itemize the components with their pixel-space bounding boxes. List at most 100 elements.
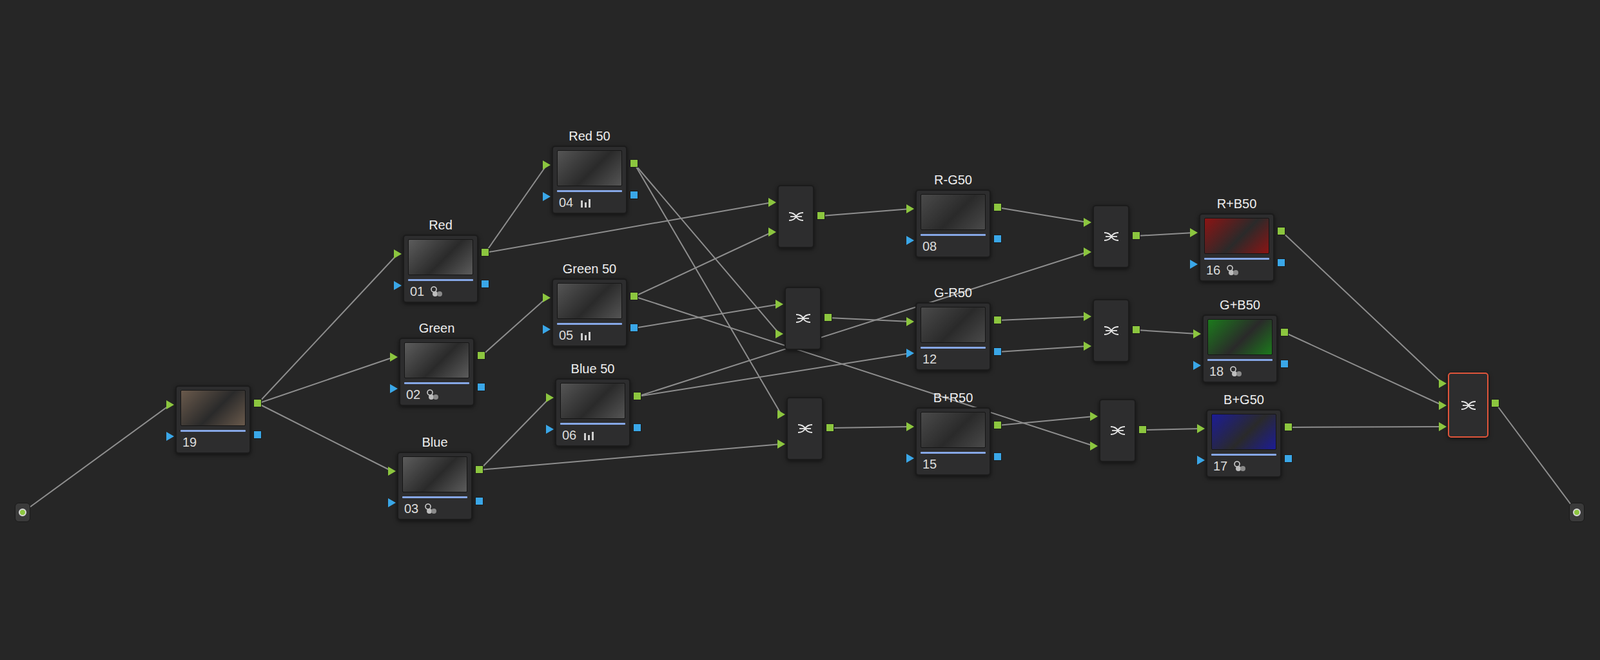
input-port[interactable] xyxy=(393,249,402,259)
key-input-port[interactable] xyxy=(542,324,551,334)
key-output-port[interactable] xyxy=(480,279,490,289)
node-box[interactable] xyxy=(784,286,822,351)
key-output-port[interactable] xyxy=(475,497,484,506)
output-port[interactable] xyxy=(629,292,639,301)
corrector-node[interactable]: Red01 xyxy=(402,234,479,303)
key-input-port[interactable] xyxy=(906,348,915,358)
node-box[interactable] xyxy=(1099,399,1136,463)
input-port[interactable] xyxy=(1438,400,1447,410)
node-box[interactable] xyxy=(1447,372,1489,438)
input-port[interactable] xyxy=(768,197,777,207)
connection-line[interactable] xyxy=(637,353,911,397)
input-port[interactable] xyxy=(1083,341,1092,351)
key-input-port[interactable] xyxy=(546,424,554,434)
input-port[interactable] xyxy=(777,409,786,420)
key-input-port[interactable] xyxy=(542,192,551,202)
connection-line[interactable] xyxy=(634,304,780,329)
input-port[interactable] xyxy=(1083,217,1092,227)
key-input-port[interactable] xyxy=(1193,360,1201,371)
key-output-port[interactable] xyxy=(1277,258,1286,267)
input-port[interactable] xyxy=(166,400,175,410)
node-box[interactable] xyxy=(777,185,815,249)
output-dot[interactable] xyxy=(1569,502,1585,523)
connection-line[interactable] xyxy=(634,296,1094,447)
connection-line[interactable] xyxy=(1284,332,1443,406)
corrector-node[interactable]: G-R5012 xyxy=(915,302,991,371)
input-port[interactable] xyxy=(542,293,551,303)
layer-mixer-node[interactable] xyxy=(786,397,824,461)
node-box[interactable]: 02 xyxy=(399,337,475,407)
connection-line[interactable] xyxy=(1281,231,1443,384)
node-box[interactable]: 04 xyxy=(551,145,628,215)
node-box[interactable]: 12 xyxy=(915,302,991,371)
input-port[interactable] xyxy=(542,160,551,170)
node-box[interactable]: 17 xyxy=(1206,409,1282,478)
node-box[interactable]: 05 xyxy=(551,278,628,347)
input-port[interactable] xyxy=(1083,312,1092,322)
corrector-node[interactable]: Red 5004 xyxy=(551,145,628,215)
node-box[interactable]: 19 xyxy=(175,385,251,454)
connection-line[interactable] xyxy=(634,232,773,297)
corrector-node[interactable]: Green 5005 xyxy=(551,278,628,347)
output-port[interactable] xyxy=(480,248,490,257)
input-port[interactable] xyxy=(1083,247,1092,257)
connection-line[interactable] xyxy=(481,297,547,356)
layer-mixer-node[interactable] xyxy=(1092,299,1130,363)
corrector-node[interactable]: Green02 xyxy=(399,337,475,407)
node-box[interactable]: 18 xyxy=(1202,314,1278,383)
input-port[interactable] xyxy=(546,393,554,403)
node-box[interactable]: 03 xyxy=(397,451,473,521)
connection-line[interactable] xyxy=(997,316,1088,321)
key-input-port[interactable] xyxy=(393,281,402,291)
key-output-port[interactable] xyxy=(477,382,486,392)
key-input-port[interactable] xyxy=(906,235,915,245)
layer-mixer-node[interactable] xyxy=(1099,399,1136,463)
node-box[interactable] xyxy=(1092,204,1130,269)
input-port[interactable] xyxy=(1438,379,1447,389)
node-box[interactable]: 15 xyxy=(915,407,991,476)
key-output-port[interactable] xyxy=(1284,454,1293,463)
output-port[interactable] xyxy=(816,211,826,220)
input-port[interactable] xyxy=(775,329,784,339)
connection-line[interactable] xyxy=(997,346,1088,352)
node-box[interactable]: 08 xyxy=(915,189,991,258)
key-input-port[interactable] xyxy=(906,453,915,463)
layer-mixer-node[interactable] xyxy=(1092,204,1130,269)
corrector-node[interactable]: Blue03 xyxy=(397,451,473,521)
connection-line[interactable] xyxy=(997,416,1094,426)
corrector-node[interactable]: G+B5018 xyxy=(1202,314,1278,383)
key-output-port[interactable] xyxy=(993,234,1002,244)
connection-line[interactable] xyxy=(1288,426,1443,428)
key-input-port[interactable] xyxy=(390,384,398,394)
input-port[interactable] xyxy=(1090,411,1098,421)
output-port[interactable] xyxy=(993,203,1002,212)
connection-line[interactable] xyxy=(22,404,171,513)
key-output-port[interactable] xyxy=(993,452,1002,461)
output-port[interactable] xyxy=(1131,325,1141,334)
connection-line[interactable] xyxy=(1136,232,1194,236)
output-port[interactable] xyxy=(1491,399,1500,408)
input-port[interactable] xyxy=(906,422,915,432)
connection-line[interactable] xyxy=(485,165,547,253)
output-port[interactable] xyxy=(253,399,262,408)
connection-line[interactable] xyxy=(257,403,392,472)
output-port[interactable] xyxy=(1131,231,1141,240)
input-port[interactable] xyxy=(390,352,398,362)
key-output-port[interactable] xyxy=(629,323,639,332)
key-input-port[interactable] xyxy=(166,431,175,441)
node-box[interactable]: 06 xyxy=(555,378,631,447)
input-port[interactable] xyxy=(775,299,784,309)
key-output-port[interactable] xyxy=(993,347,1002,356)
input-port[interactable] xyxy=(1193,329,1201,339)
key-output-port[interactable] xyxy=(633,423,642,432)
input-port[interactable] xyxy=(388,466,396,476)
output-port[interactable] xyxy=(1277,226,1286,236)
connection-line[interactable] xyxy=(830,426,911,429)
key-output-port[interactable] xyxy=(629,190,639,200)
corrector-node[interactable]: Blue 5006 xyxy=(555,378,631,447)
input-port[interactable] xyxy=(1197,424,1205,434)
output-port[interactable] xyxy=(475,465,484,474)
corrector-node[interactable]: 19 xyxy=(175,385,251,454)
connection-line[interactable] xyxy=(634,163,782,415)
connection-line[interactable] xyxy=(997,207,1088,223)
